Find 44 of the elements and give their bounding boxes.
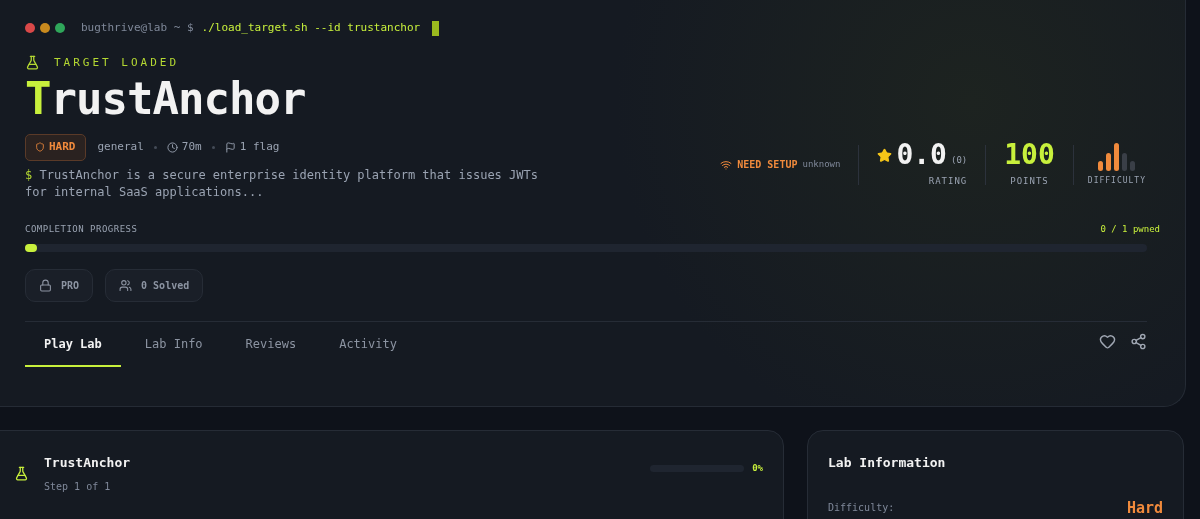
flags-label: 1 flag — [239, 139, 280, 155]
category-label: general — [97, 139, 144, 155]
share-icon[interactable] — [1130, 333, 1147, 350]
status-label: NEED SETUP — [737, 158, 798, 173]
duration-label: 70m — [181, 139, 202, 155]
difficulty-badge: HARD — [25, 134, 86, 161]
status-detail: unknown — [802, 158, 841, 171]
step-title: TrustAnchor — [44, 454, 131, 472]
step-progress-reading: 0% — [752, 462, 763, 475]
window-controls-icon — [25, 23, 65, 34]
rating-count: (0) — [951, 153, 968, 167]
step-subtitle: Step 1 of 1 — [44, 479, 112, 494]
difficulty-label: DIFFICULTY — [1087, 174, 1146, 187]
points-value: 100 — [1004, 141, 1055, 169]
progress-label: COMPLETION PROGRESS — [25, 222, 138, 236]
progress-reading: 0 / 1 pwned — [1100, 222, 1160, 236]
terminal-prompt: bugthrive@lab ~ $ — [81, 20, 194, 36]
tab[interactable]: Reviews — [226, 322, 316, 367]
eyebrow-label: TARGET LOADED — [54, 54, 180, 71]
heart-icon[interactable] — [1099, 333, 1116, 350]
tab[interactable]: Activity — [320, 322, 416, 367]
info-card-title: Lab Information — [828, 454, 947, 472]
tab[interactable]: Play Lab — [25, 322, 121, 367]
points-label: POINTS — [1010, 175, 1049, 188]
clock-icon — [166, 141, 178, 153]
tab[interactable]: Lab Info — [125, 322, 222, 367]
info-value: Hard — [1126, 497, 1163, 519]
terminal-command: ./load_target.sh --id trustanchor — [201, 20, 421, 36]
info-label: Difficulty: — [828, 501, 895, 516]
star-icon — [877, 148, 893, 163]
users-icon — [119, 279, 133, 292]
flask-icon — [25, 55, 40, 71]
flag-icon — [224, 141, 236, 153]
shield-icon — [35, 142, 45, 153]
flask-icon — [14, 465, 29, 481]
page-title: TrustAnchor — [25, 77, 307, 121]
rating-value: 0.0 — [896, 141, 947, 169]
lock-icon — [39, 279, 52, 292]
rating-label: RATING — [928, 175, 968, 188]
wifi-icon — [720, 158, 733, 171]
description-text: $ TrustAnchor is a secure enterprise identity platform that issues JWTs for internal SaaS applications... — [25, 166, 539, 201]
info-chip: 0 Solved — [105, 269, 204, 302]
info-chip: PRO — [25, 269, 94, 302]
cursor-icon — [432, 20, 440, 36]
